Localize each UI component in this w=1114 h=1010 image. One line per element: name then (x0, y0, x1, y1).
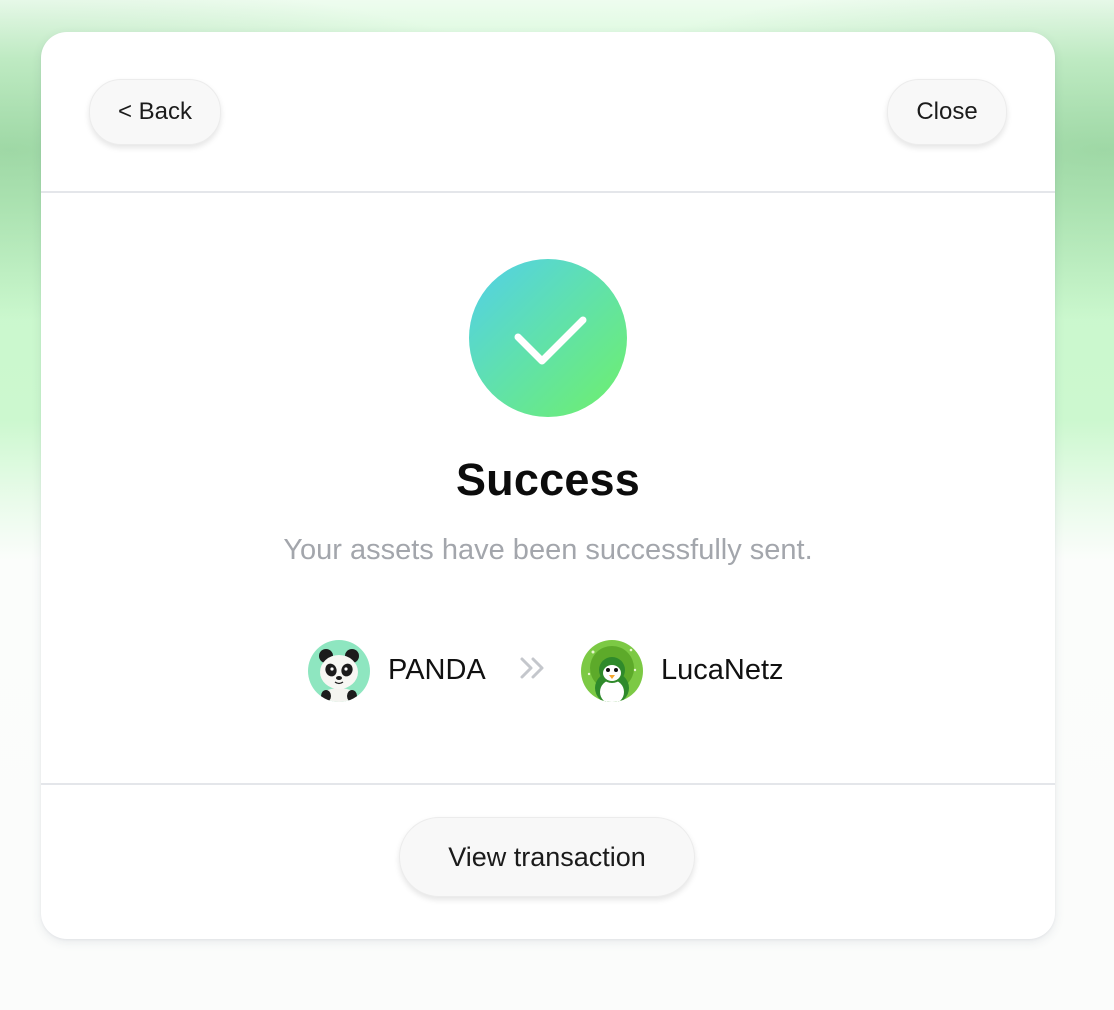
back-button[interactable]: < Back (89, 79, 221, 145)
sender-name: PANDA (388, 654, 486, 686)
view-transaction-label: View transaction (448, 841, 646, 872)
panda-avatar-icon (308, 640, 370, 702)
view-transaction-button[interactable]: View transaction (399, 817, 695, 897)
success-dialog: < Back Close Success Your assets have be… (41, 32, 1055, 939)
recipient-name: LucaNetz (661, 654, 784, 686)
status-title: Success (455, 454, 641, 505)
close-button[interactable]: Close (887, 79, 1007, 145)
double-chevron-right-icon (519, 656, 547, 680)
footer-divider (41, 783, 1055, 785)
success-check-icon (469, 259, 627, 417)
back-button-label: < Back (117, 98, 193, 125)
close-button-label: Close (916, 98, 978, 125)
status-message: Your assets have been successfully sent. (283, 534, 813, 566)
header-divider (41, 191, 1055, 193)
penguin-avatar-icon (581, 640, 643, 702)
